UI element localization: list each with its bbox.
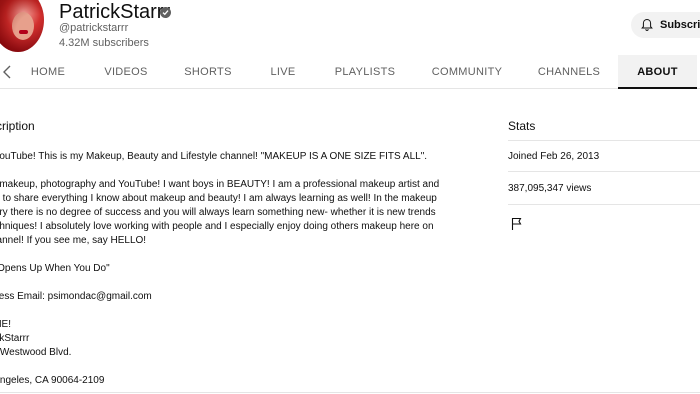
- verified-check-icon: [160, 7, 171, 18]
- chevron-left-icon[interactable]: [2, 65, 12, 79]
- stats-divider: [508, 140, 700, 141]
- description-line: ant to share everything I know about mak…: [0, 193, 437, 204]
- description-line: trickStarrr: [0, 333, 30, 344]
- subscriber-count: 4.32M subscribers: [59, 37, 149, 49]
- tab-playlists[interactable]: PLAYLISTS: [330, 55, 400, 89]
- description-line: il ME!: [0, 319, 11, 330]
- joined-date: Joined Feb 26, 2013: [508, 151, 600, 162]
- description-line: 30: [0, 360, 456, 374]
- tab-home[interactable]: HOME: [24, 55, 72, 89]
- channel-avatar[interactable]: [0, 0, 44, 52]
- stats-title: Stats: [508, 119, 536, 133]
- subscribe-label: Subscribe: [660, 19, 700, 31]
- description-line: ustry there is no degree of success and …: [0, 207, 436, 218]
- view-count: 387,095,347 views: [508, 183, 592, 194]
- bell-icon: [641, 18, 653, 31]
- description-line: channel! If you see me, say HELLO!: [0, 235, 147, 246]
- description-line: y YouTube! This is my Makeup, Beauty and…: [0, 151, 428, 162]
- business-email: siness Email: psimondac@gmail.com: [0, 291, 152, 302]
- description-body: y YouTube! This is my Makeup, Beauty and…: [0, 150, 456, 388]
- flag-icon[interactable]: [510, 217, 524, 231]
- description-title: scription: [0, 119, 35, 133]
- channel-tabs: HOME VIDEOS SHORTS LIVE PLAYLISTS COMMUN…: [0, 55, 700, 89]
- tab-shorts[interactable]: SHORTS: [180, 55, 236, 89]
- avatar-hair: [0, 0, 44, 52]
- channel-name: PatrickStarrr: [59, 1, 171, 23]
- stats-divider: [508, 204, 700, 205]
- description-line: ve makeup, photography and YouTube! I wa…: [0, 179, 440, 190]
- stats-divider: [508, 171, 700, 172]
- channel-handle: @patrickstarrr: [59, 22, 129, 34]
- description-line: 55 Westwood Blvd.: [0, 347, 72, 358]
- description-line: techniques! I absolutely love working wi…: [0, 221, 434, 232]
- description-line: fe Opens Up When You Do": [0, 263, 110, 274]
- bottom-divider: [0, 392, 700, 393]
- tab-channels[interactable]: CHANNELS: [532, 55, 606, 89]
- tab-videos[interactable]: VIDEOS: [96, 55, 156, 89]
- subscribe-button[interactable]: Subscribe: [631, 12, 700, 38]
- channel-header: PatrickStarrr @patrickstarrr 4.32M subsc…: [0, 0, 700, 55]
- tab-live[interactable]: LIVE: [262, 55, 304, 89]
- description-line: s Angeles, CA 90064-2109: [0, 375, 105, 386]
- tab-about[interactable]: ABOUT: [618, 55, 697, 89]
- tab-community[interactable]: COMMUNITY: [425, 55, 509, 89]
